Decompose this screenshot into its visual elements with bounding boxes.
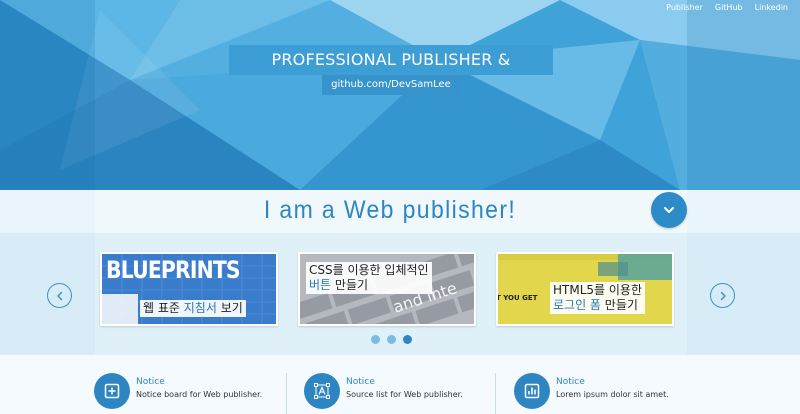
add-box-icon bbox=[104, 383, 120, 399]
hero-side-shade-left bbox=[0, 0, 95, 190]
nav-link-github[interactable]: GitHub bbox=[715, 3, 743, 12]
carousel-dot-1[interactable] bbox=[371, 335, 380, 344]
notice-title: Notice bbox=[556, 377, 585, 387]
carousel-next-button[interactable] bbox=[710, 283, 735, 308]
notice-title: Notice bbox=[136, 377, 165, 387]
carousel-pagination bbox=[371, 335, 412, 344]
card-caption: HTML5를 이용한 로그인 폼 만들기 bbox=[550, 282, 646, 314]
chevron-down-icon bbox=[664, 207, 674, 213]
divider bbox=[495, 373, 496, 414]
notice-description: Lorem ipsum dolor sit amet. bbox=[556, 390, 669, 399]
notice-icon-circle bbox=[304, 373, 340, 409]
scroll-down-button[interactable] bbox=[651, 192, 687, 228]
notice-title: Notice bbox=[346, 377, 375, 387]
notice-icon-circle bbox=[94, 373, 130, 409]
notice-description: Notice board for Web publisher. bbox=[136, 390, 263, 399]
bar-chart-icon bbox=[524, 383, 540, 399]
carousel-card-html5-login[interactable]: T YOU GET HTML5를 이용한 로그인 폼 만들기 bbox=[496, 252, 674, 326]
hero-subtitle-link[interactable]: github.com/DevSamLee bbox=[322, 75, 460, 95]
nav-link-linkedin[interactable]: Linkedin bbox=[755, 3, 788, 12]
vector-a-icon bbox=[314, 383, 330, 399]
carousel-card-css-buttons[interactable]: and inte CSS를 이용한 입체적인 버튼 만들기 bbox=[298, 252, 476, 326]
nav-link-publisher[interactable]: Publisher bbox=[666, 3, 703, 12]
top-navigation: Publisher GitHub Linkedin bbox=[666, 3, 788, 12]
divider bbox=[286, 373, 287, 414]
notice-icon-circle bbox=[514, 373, 550, 409]
card-image-text: BLUEPRINTS bbox=[106, 256, 241, 284]
carousel-dot-2[interactable] bbox=[387, 335, 396, 344]
card-caption: CSS를 이용한 입체적인 버튼 만들기 bbox=[306, 262, 432, 294]
card-image-text: T YOU GET bbox=[496, 294, 538, 302]
notice-description: Source list for Web publisher. bbox=[346, 390, 463, 399]
card-caption: 웹 표준 지침서 보기 bbox=[140, 300, 246, 317]
carousel-card-blueprints[interactable]: BLUEPRINTS 웹 표준 지침서 보기 bbox=[100, 252, 278, 326]
carousel-dot-3-active[interactable] bbox=[403, 335, 412, 344]
hero-title: PROFESSIONAL PUBLISHER & DESIGNER bbox=[229, 45, 553, 99]
hero-side-shade-right bbox=[687, 0, 800, 190]
chevron-right-icon bbox=[720, 291, 726, 300]
page-headline: I am a Web publisher! bbox=[263, 196, 517, 224]
carousel-prev-button[interactable] bbox=[47, 283, 72, 308]
chevron-left-icon bbox=[56, 291, 62, 300]
